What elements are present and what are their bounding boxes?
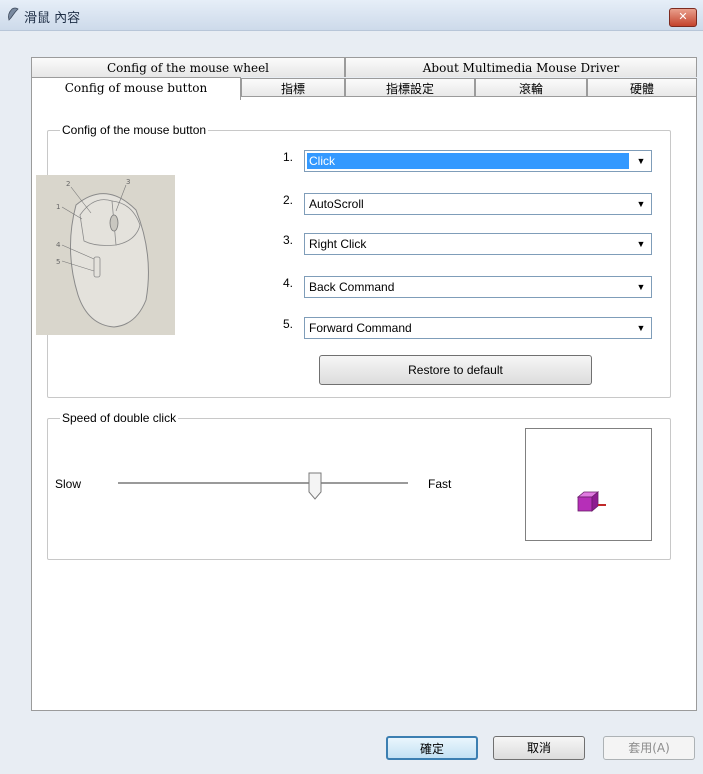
tab-label: 滾輪 (518, 82, 543, 96)
cancel-label: 取消 (526, 741, 551, 755)
select-value: AutoScroll (309, 197, 364, 211)
button-4-select[interactable]: Back Command ▼ (304, 276, 652, 298)
tab-label: 指標 (280, 82, 305, 96)
dropdown-arrow-icon[interactable]: ▼ (632, 152, 650, 170)
select-value: Forward Command (309, 321, 412, 335)
select-value: Click (307, 153, 629, 169)
button-3-select[interactable]: Right Click ▼ (304, 233, 652, 255)
row-number-2: 2. (283, 193, 294, 207)
tab-label: Config of mouse button (64, 81, 208, 95)
tab-label: About Multimedia Mouse Driver (422, 61, 620, 75)
mouse-label-1: 1 (56, 203, 60, 211)
test-box-icon (576, 491, 606, 512)
button-2-select[interactable]: AutoScroll ▼ (304, 193, 652, 215)
mouse-label-2: 2 (66, 180, 70, 188)
row-number-3: 3. (283, 233, 294, 247)
double-click-test-area[interactable] (525, 428, 652, 541)
ok-button[interactable]: 確定 (386, 736, 478, 760)
double-click-speed-slider[interactable] (118, 482, 408, 484)
dropdown-arrow-icon[interactable]: ▼ (632, 195, 650, 213)
mouse-label-4: 4 (56, 241, 61, 249)
dropdown-arrow-icon[interactable]: ▼ (632, 235, 650, 253)
window-title: 滑鼠 內容 (24, 11, 81, 26)
tab-wheel[interactable]: 滾輪 (475, 78, 587, 98)
button-5-select[interactable]: Forward Command ▼ (304, 317, 652, 339)
cancel-button[interactable]: 取消 (493, 736, 585, 760)
mouse-icon (8, 7, 19, 21)
tab-label: Config of the mouse wheel (106, 61, 270, 75)
mouse-label-5: 5 (56, 258, 60, 266)
restore-default-label: Restore to default (408, 363, 503, 377)
tab-pointer[interactable]: 指標 (241, 78, 345, 98)
dropdown-arrow-icon[interactable]: ▼ (632, 319, 650, 337)
tab-mouse-button-config[interactable]: Config of mouse button (31, 77, 241, 100)
slow-label: Slow (55, 477, 82, 491)
mouse-diagram-image: 2 3 1 4 5 (36, 175, 175, 335)
slider-thumb[interactable] (308, 472, 322, 500)
apply-label: 套用(A) (628, 741, 670, 755)
restore-default-button[interactable]: Restore to default (319, 355, 592, 385)
tab-hardware[interactable]: 硬體 (587, 78, 697, 98)
group-legend: Speed of double click (60, 411, 179, 425)
close-button[interactable]: ✕ (669, 8, 697, 27)
mouse-label-3: 3 (126, 178, 130, 186)
select-value: Back Command (309, 280, 395, 294)
row-number-1: 1. (283, 150, 294, 164)
row-number-4: 4. (283, 276, 294, 290)
close-x-icon: ✕ (678, 10, 688, 23)
group-legend: Config of the mouse button (60, 123, 209, 137)
tab-about-driver[interactable]: About Multimedia Mouse Driver (345, 57, 697, 77)
tab-label: 指標設定 (385, 82, 434, 96)
dropdown-arrow-icon[interactable]: ▼ (632, 278, 650, 296)
apply-button: 套用(A) (603, 736, 695, 760)
fast-label: Fast (428, 477, 452, 491)
mouse-outline-icon: 2 3 1 4 5 (56, 178, 149, 328)
ok-label: 確定 (419, 742, 444, 756)
tab-pointer-settings[interactable]: 指標設定 (345, 78, 475, 98)
title-bar: 滑鼠 內容 ✕ (0, 0, 703, 31)
tab-mouse-wheel-config[interactable]: Config of the mouse wheel (31, 57, 345, 77)
button-1-select[interactable]: Click ▼ (304, 150, 652, 172)
row-number-5: 5. (283, 317, 294, 331)
select-value: Right Click (309, 237, 367, 251)
tab-label: 硬體 (629, 82, 654, 96)
